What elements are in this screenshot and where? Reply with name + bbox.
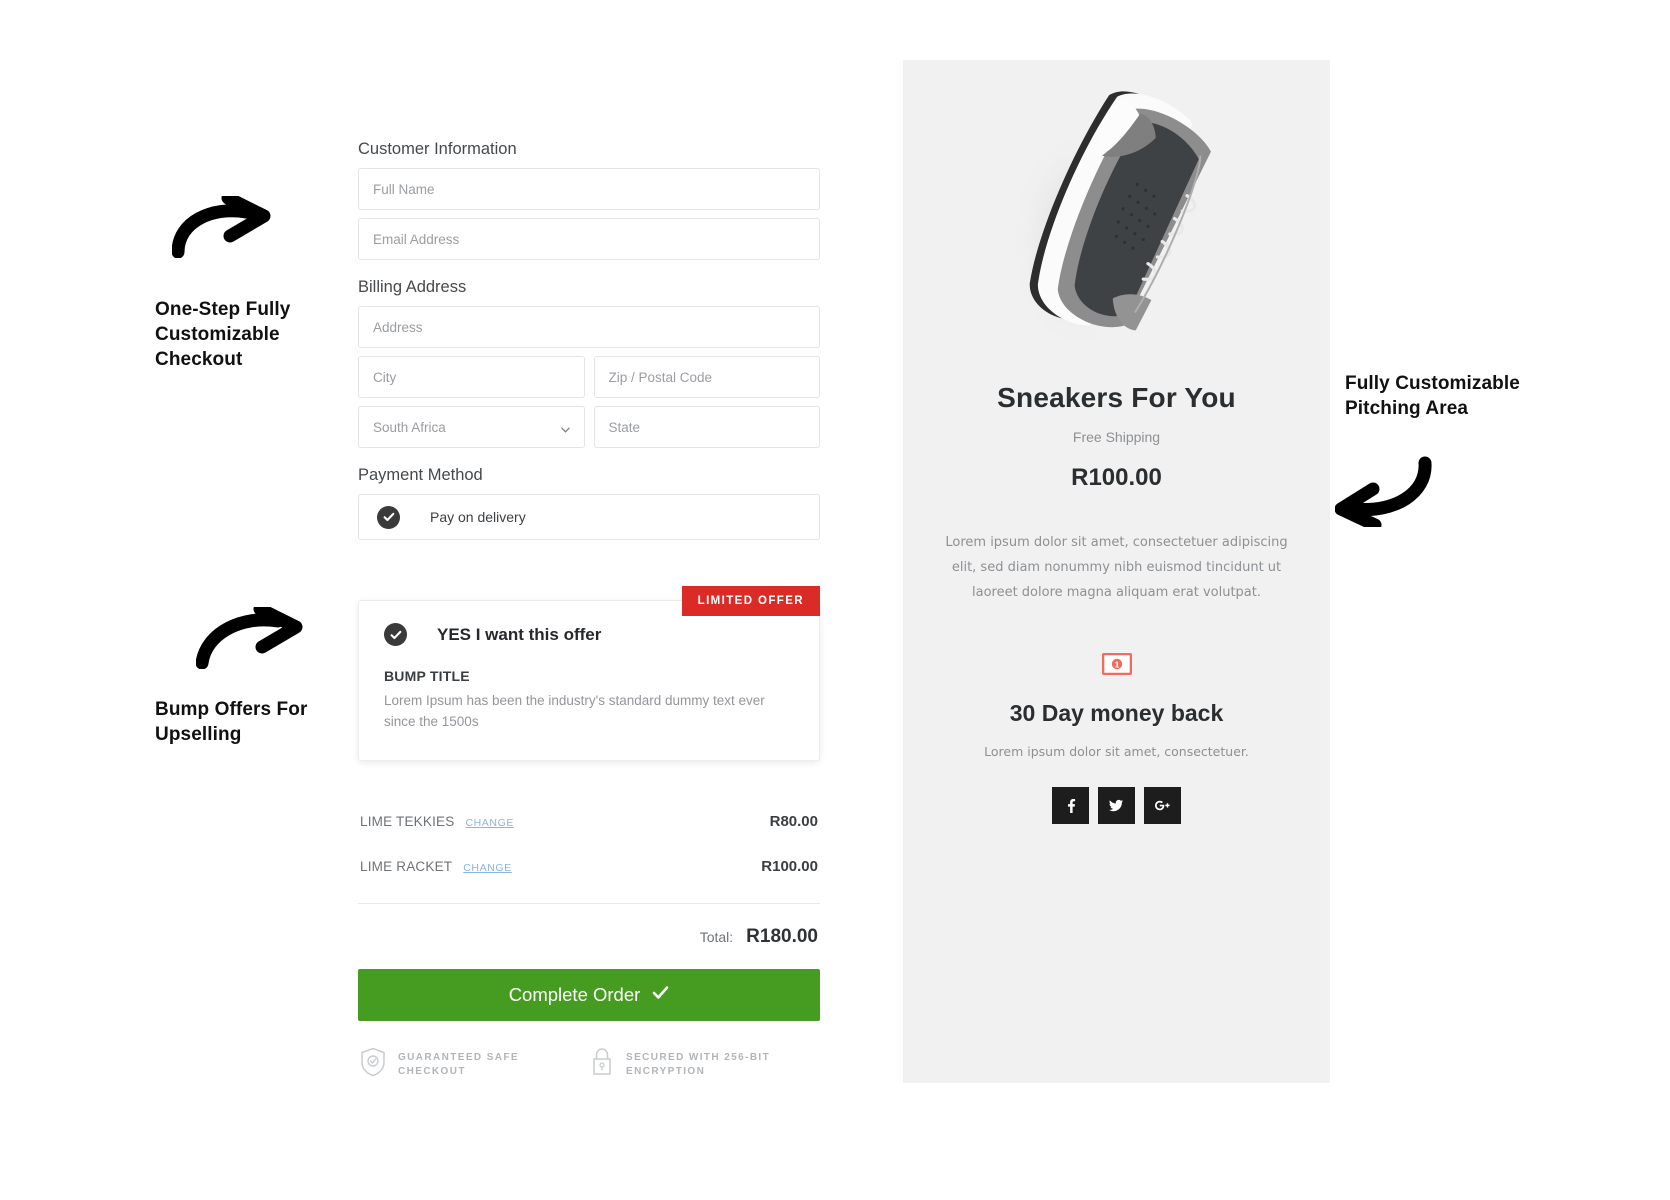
- address-input[interactable]: Address: [358, 306, 820, 348]
- radio-selected-icon: [377, 505, 400, 529]
- bump-checkbox-checked-icon[interactable]: [384, 623, 407, 646]
- product-price: R100.00: [1071, 464, 1162, 491]
- order-total-row: Total: R180.00: [358, 904, 820, 948]
- full-name-input[interactable]: Full Name: [358, 168, 820, 210]
- state-input[interactable]: State: [593, 406, 820, 448]
- guarantee-text: Lorem ipsum dolor sit amet, consectetuer…: [984, 744, 1249, 759]
- complete-order-button[interactable]: Complete Order: [358, 969, 820, 1021]
- payment-method-heading: Payment Method: [358, 466, 483, 484]
- payment-method-label: Pay on delivery: [430, 509, 526, 525]
- bump-offer-card[interactable]: YES I want this offer BUMP TITLE Lorem I…: [358, 600, 820, 761]
- line-item-change-link[interactable]: CHANGE: [465, 817, 514, 829]
- customer-information-heading: Customer Information: [358, 140, 517, 158]
- line-item-price: R80.00: [769, 813, 818, 830]
- social-links: [903, 787, 1330, 824]
- country-select-value: South Africa: [373, 419, 446, 435]
- chevron-down-icon: [560, 423, 570, 433]
- product-image: [903, 60, 1330, 360]
- line-item-price: R100.00: [761, 858, 818, 875]
- trust-badge-safe-checkout: GUARANTEED SAFE CHECKOUT: [360, 1047, 590, 1082]
- bump-offer: LIMITED OFFER YES I want this offer BUMP…: [358, 586, 820, 761]
- shield-check-icon: [360, 1047, 386, 1082]
- payment-method-option[interactable]: Pay on delivery: [358, 494, 820, 540]
- line-item-name: LIME TEKKIES: [360, 814, 455, 829]
- line-item-change-link[interactable]: CHANGE: [463, 862, 512, 874]
- trust-badges: GUARANTEED SAFE CHECKOUT SECURED WITH 25…: [358, 1047, 820, 1082]
- trust-badge-text: GUARANTEED SAFE CHECKOUT: [398, 1051, 520, 1077]
- country-select[interactable]: South Africa: [358, 406, 585, 448]
- pitch-annotation-text: Fully Customizable Pitching Area: [1345, 373, 1520, 419]
- product-description: Lorem ipsum dolor sit amet, consectetuer…: [945, 535, 1288, 600]
- bump-description: Lorem Ipsum has been the industry's stan…: [384, 693, 765, 729]
- total-label: Total:: [699, 929, 734, 945]
- google-plus-icon[interactable]: [1144, 787, 1181, 824]
- trust-badge-encryption: SECURED WITH 256-BIT ENCRYPTION: [590, 1047, 820, 1082]
- total-value: R180.00: [746, 926, 818, 947]
- order-line-item: LIME TEKKIES CHANGE R80.00: [358, 813, 820, 830]
- bump-annotation-text: Bump Offers For Upselling: [155, 699, 308, 745]
- pitching-area: Sneakers For You Free Shipping R100.00 L…: [903, 60, 1330, 1083]
- complete-order-label: Complete Order: [508, 984, 641, 1005]
- svg-text:1: 1: [1114, 661, 1119, 670]
- shipping-note: Free Shipping: [1072, 429, 1161, 445]
- money-bill-icon: 1: [903, 653, 1330, 675]
- order-summary: LIME TEKKIES CHANGE R80.00 LIME RACKET C…: [358, 813, 820, 1082]
- curved-arrow-right-icon: [171, 191, 282, 263]
- guarantee-title: 30 Day money back: [1009, 700, 1224, 726]
- order-line-item: LIME RACKET CHANGE R100.00: [358, 858, 820, 875]
- limited-offer-badge: LIMITED OFFER: [681, 586, 820, 616]
- checkmark-icon: [652, 984, 669, 1006]
- email-input[interactable]: Email Address: [358, 218, 820, 260]
- bump-checkbox-label: YES I want this offer: [437, 624, 602, 644]
- billing-address-heading: Billing Address: [358, 278, 467, 296]
- trust-badge-text: SECURED WITH 256-BIT ENCRYPTION: [626, 1051, 771, 1077]
- city-input[interactable]: City: [358, 356, 585, 398]
- product-title: Sneakers For You: [997, 382, 1236, 413]
- line-item-name: LIME RACKET: [360, 859, 453, 874]
- checkout-annotation-text: One-Step Fully Customizable Checkout: [155, 299, 291, 370]
- checkout-form: Customer Information Full Name Email Add…: [358, 140, 820, 1082]
- screenshot-root: One-Step Fully Customizable Checkout Bum…: [0, 0, 1670, 1200]
- curved-arrow-right-icon: [195, 602, 314, 674]
- zip-input[interactable]: Zip / Postal Code: [593, 356, 820, 398]
- bump-title: BUMP TITLE: [384, 668, 470, 684]
- facebook-icon[interactable]: [1052, 787, 1089, 824]
- twitter-icon[interactable]: [1098, 787, 1135, 824]
- curved-arrow-left-icon: [1334, 455, 1435, 532]
- lock-icon: [590, 1047, 614, 1082]
